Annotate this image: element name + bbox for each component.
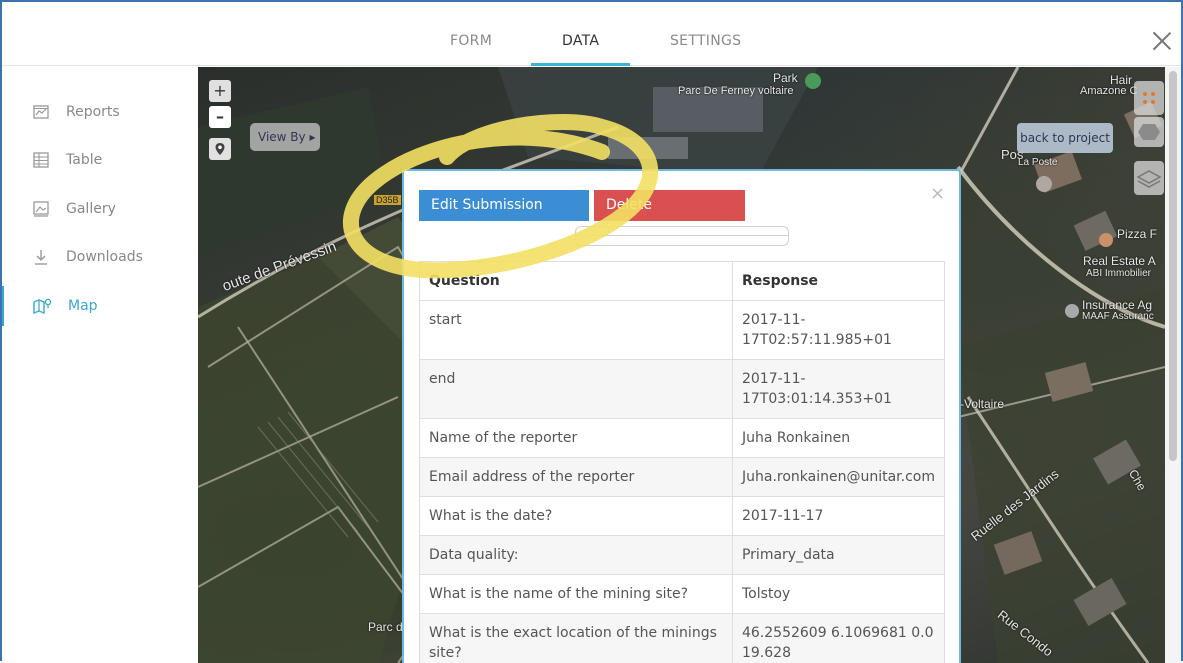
submission-popup: × Edit Submission Data Delete Submission… [402,169,961,663]
view-by-button[interactable]: View By ▸ [250,123,320,151]
question-cell: What is the date? [420,497,733,536]
sidebar-item-label: Table [66,152,102,168]
sidebar-item-map[interactable]: Map [2,286,198,326]
active-tab-indicator [531,63,630,66]
table-row: What is the date? 2017-11-17 [420,497,945,536]
response-cell: 46.2552609 6.1069681 0.019.628 [732,614,944,663]
tab-form[interactable]: FORM [450,33,492,49]
sidebar-item-table[interactable]: Table [2,140,198,180]
question-cell: What is the name of the mining site? [420,575,733,614]
sidebar-item-label: Downloads [66,249,143,265]
response-cell: 2017-11-17T02:57:11.985+01 [732,301,944,360]
question-cell: end [420,360,733,419]
response-cell: 2017-11-17T03:01:14.353+01 [732,360,944,419]
question-cell: start [420,301,733,360]
layers-icon [1134,161,1164,195]
map-icon [32,297,52,315]
delete-submission-button[interactable]: Delete Submission [594,190,745,221]
table-row: end 2017-11-17T03:01:14.353+01 [420,360,945,419]
zoom-in-button[interactable]: + [209,80,231,102]
gallery-icon [32,200,50,218]
question-cell: Data quality: [420,536,733,575]
table-row: Data quality: Primary_data [420,536,945,575]
map-label-insurance: Insurance Ag [1082,298,1152,312]
map-label-la-poste: La Poste [1018,157,1057,168]
map-label-parc-de-ferney: Parc De Ferney voltaire [678,85,794,97]
column-header-question: Question [420,262,733,301]
page-scrollbar[interactable] [1165,67,1181,663]
column-header-response: Response [732,262,944,301]
progress-bar [575,226,789,246]
download-icon [32,248,50,266]
app-window: FORM DATA SETTINGS Reports Table [0,0,1183,661]
scrollbar-thumb[interactable] [1169,71,1177,461]
submission-table: Question Response start 2017-11-17T02:57… [419,261,945,663]
tab-data[interactable]: DATA [562,33,599,49]
map-label-abi: ABI Immobilier [1086,268,1151,279]
popup-close-icon[interactable]: × [930,183,945,204]
edit-submission-button[interactable]: Edit Submission Data [419,190,589,221]
response-cell: Tolstoy [732,575,944,614]
map-label-pizza: Pizza F [1117,227,1157,241]
response-cell: Juha.ronkainen@unitar.com [732,458,944,497]
table-header-row: Question Response [420,262,945,301]
back-to-project-button[interactable]: back to project [1017,123,1113,153]
response-cell: 2017-11-17 [732,497,944,536]
map-label-maaf: MAAF Assuranc [1082,311,1154,322]
hexagon-icon [1134,117,1164,147]
table-row: Name of the reporter Juha Ronkainen [420,419,945,458]
sidebar-item-label: Gallery [66,201,116,217]
question-cell: Name of the reporter [420,419,733,458]
table-row: Email address of the reporter Juha.ronka… [420,458,945,497]
sidebar-item-label: Reports [66,104,120,120]
response-cell: Juha Ronkainen [732,419,944,458]
sidebar-item-label: Map [68,298,98,314]
close-icon[interactable] [1149,28,1175,54]
map-label-d35b: D35B [374,195,401,205]
map-style-button[interactable] [1134,81,1164,115]
reports-icon [32,103,50,121]
question-cell: What is the exact location of the mining… [420,614,733,663]
response-cell: Primary_data [732,536,944,575]
map-label-real-estate: Real Estate A [1083,254,1156,268]
sidebar-item-reports[interactable]: Reports [2,92,198,132]
zoom-out-button[interactable]: – [209,106,231,128]
table-icon [32,151,50,169]
table-row: What is the name of the mining site? Tol… [420,575,945,614]
map-label-parc: Parc d [368,620,403,634]
map-label-park: Park [773,71,798,85]
layers-button[interactable] [1134,161,1164,195]
sidebar-item-downloads[interactable]: Downloads [2,237,198,277]
sidebar: Reports Table Gallery Downloa [2,66,198,663]
sidebar-item-gallery[interactable]: Gallery [2,189,198,229]
table-row: start 2017-11-17T02:57:11.985+01 [420,301,945,360]
top-tab-bar: FORM DATA SETTINGS [2,2,1181,66]
locate-button[interactable] [209,138,231,160]
location-pin-icon [209,138,231,160]
map-label-voltaire: -Voltaire [960,397,1004,411]
table-row: What is the exact location of the mining… [420,614,945,663]
question-cell: Email address of the reporter [420,458,733,497]
dots-icon [1134,81,1164,115]
tab-settings[interactable]: SETTINGS [670,33,741,49]
map-label-amazone: Amazone C [1080,85,1137,97]
hexagon-button[interactable] [1134,117,1164,147]
